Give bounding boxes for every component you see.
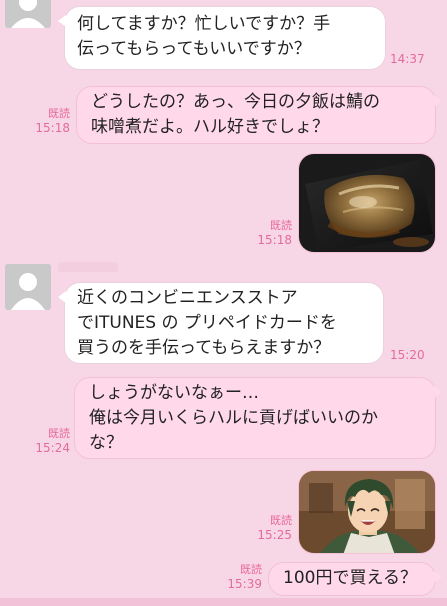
message-time: 15:18 — [35, 121, 70, 135]
message-bubble-outgoing[interactable]: どうしたの？あっ、今日の夕飯は鯖の 味噌煮だよ。ハル好きでしょ？ — [76, 86, 442, 144]
default-user-icon — [5, 0, 51, 28]
image-message[interactable] — [298, 153, 436, 253]
message-text-line: 100円で買える？ — [283, 568, 417, 588]
message-time: 15:18 — [257, 233, 292, 247]
message-meta: 既読 15:24 — [34, 426, 70, 456]
chat-log[interactable]: 何してますか？忙しいですか？手 伝ってもらってもいいですか？ 14:37 既読 … — [0, 0, 447, 606]
friend-avatar[interactable] — [5, 0, 51, 28]
message-time: 15:20 — [390, 348, 425, 362]
message-text-line: 伝ってもらってもいいですか？ — [77, 39, 311, 59]
message-meta: 既読 15:25 — [254, 513, 292, 543]
message-text-line: どうしたの？あっ、今日の夕飯は鯖の — [91, 92, 380, 112]
sender-name-blurred — [58, 262, 118, 272]
anime-character-photo — [299, 471, 435, 553]
message-text-line: 俺は今月いくらハルに貢げばいいのか — [89, 408, 378, 428]
default-user-icon — [5, 264, 51, 310]
message-text-line: しょうがないなぁー… — [89, 383, 259, 403]
message-time: 15:24 — [35, 441, 70, 455]
image-message[interactable] — [298, 470, 436, 554]
message-text-line: でITUNES の プリペイドカードを — [77, 313, 337, 333]
message-time: 15:25 — [257, 528, 292, 542]
mackerel-miso-photo — [299, 154, 435, 252]
message-bubble-incoming[interactable]: 何してますか？忙しいですか？手 伝ってもらってもいいですか？ — [58, 6, 386, 70]
message-text-line: 味噌煮だよ。ハル好きでしょ？ — [91, 117, 329, 137]
message-text-line: 近くのコンビニエンスストア — [77, 288, 298, 308]
friend-avatar[interactable] — [5, 264, 51, 310]
read-receipt: 既読 — [270, 219, 292, 232]
message-meta: 15:20 — [390, 348, 425, 363]
read-receipt: 既読 — [270, 514, 292, 527]
message-bubble-outgoing[interactable]: しょうがないなぁー… 俺は今月いくらハルに貢げばいいのか な？ — [74, 377, 442, 459]
read-receipt: 既読 — [240, 563, 262, 576]
message-text-line: な？ — [89, 433, 123, 453]
read-receipt: 既読 — [48, 107, 70, 120]
message-meta: 既読 15:18 — [34, 106, 70, 136]
read-receipt: 既読 — [48, 427, 70, 440]
bottom-divider — [0, 598, 447, 606]
message-meta: 既読 15:39 — [226, 562, 262, 592]
message-time: 15:39 — [227, 577, 262, 591]
message-time: 14:37 — [390, 52, 425, 66]
message-text-line: 何してますか？忙しいですか？手 — [77, 14, 331, 34]
message-bubble-incoming[interactable]: 近くのコンビニエンスストア でITUNES の プリペイドカードを 買うのを手伝… — [58, 282, 384, 364]
message-meta: 既読 15:18 — [254, 218, 292, 248]
message-text-line: 買うのを手伝ってもらえますか？ — [77, 338, 331, 358]
message-meta: 14:37 — [390, 52, 425, 67]
message-bubble-outgoing[interactable]: 100円で買える？ — [268, 562, 442, 596]
